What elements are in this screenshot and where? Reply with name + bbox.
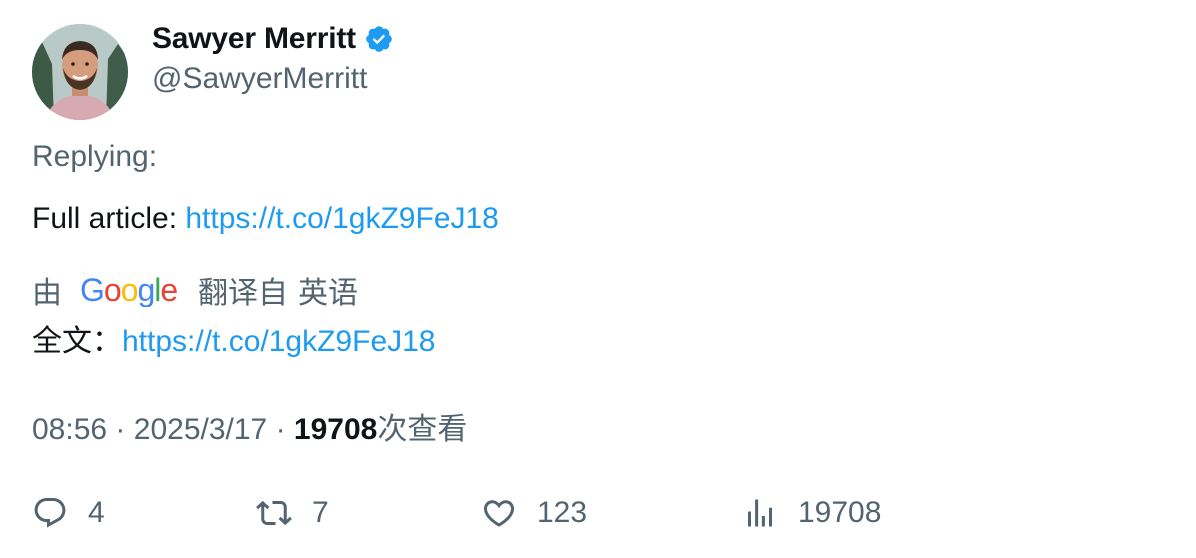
svg-text:Google: Google	[80, 273, 177, 307]
tweet-date[interactable]: 2025/3/17	[134, 413, 267, 446]
meta-views-count: 19708	[293, 413, 378, 446]
translated-link[interactable]: https://t.co/1gkZ9FeJ18	[122, 325, 436, 358]
meta-views-label: 次查看	[377, 413, 468, 446]
translated-text: 全文：https://t.co/1gkZ9FeJ18	[32, 316, 436, 360]
tweet-text: Full article: https://t.co/1gkZ9FeJ18	[32, 202, 499, 236]
like-button[interactable]: 123	[481, 488, 587, 538]
views-chart-icon	[742, 495, 778, 531]
heart-icon	[481, 495, 517, 531]
action-bar: 4 7 123 19708	[0, 488, 1196, 538]
verified-badge-icon	[364, 24, 394, 54]
reply-icon	[32, 495, 68, 531]
retweet-count: 7	[312, 496, 329, 529]
tweet-link[interactable]: https://t.co/1gkZ9FeJ18	[185, 202, 499, 235]
tweet-text-prefix: Full article:	[32, 202, 186, 235]
meta-separator: ·	[115, 413, 126, 446]
translated-by-label: 由	[32, 277, 62, 310]
reply-count: 4	[88, 496, 105, 529]
views-count: 19708	[798, 496, 882, 529]
translated-text-prefix: 全文：	[32, 325, 122, 358]
like-count: 123	[537, 496, 588, 529]
retweet-icon	[256, 495, 292, 531]
avatar-photo	[32, 24, 128, 120]
tweet: Sawyer Merritt @SawyerMerritt Replying: …	[0, 0, 1196, 558]
avatar[interactable]	[32, 24, 128, 120]
tweet-meta: 08:56 · 2025/3/17 · 19708次查看	[32, 404, 467, 448]
translated-from-label: 翻译自	[198, 277, 288, 310]
tweet-time[interactable]: 08:56	[32, 413, 107, 446]
retweet-button[interactable]: 7	[256, 488, 329, 538]
google-logo: Google	[80, 272, 178, 308]
views-button[interactable]: 19708	[742, 488, 881, 538]
source-language: 英语	[298, 277, 358, 310]
replying-label: Replying:	[32, 140, 158, 173]
author-handle[interactable]: @SawyerMerritt	[152, 62, 367, 96]
author-display-name[interactable]: Sawyer Merritt	[152, 22, 356, 56]
author-name-row[interactable]: Sawyer Merritt	[152, 22, 394, 56]
meta-separator-2: ·	[275, 413, 286, 446]
reply-button[interactable]: 4	[32, 488, 105, 538]
translation-attribution: 由 Google 翻译自 英语	[32, 268, 358, 312]
